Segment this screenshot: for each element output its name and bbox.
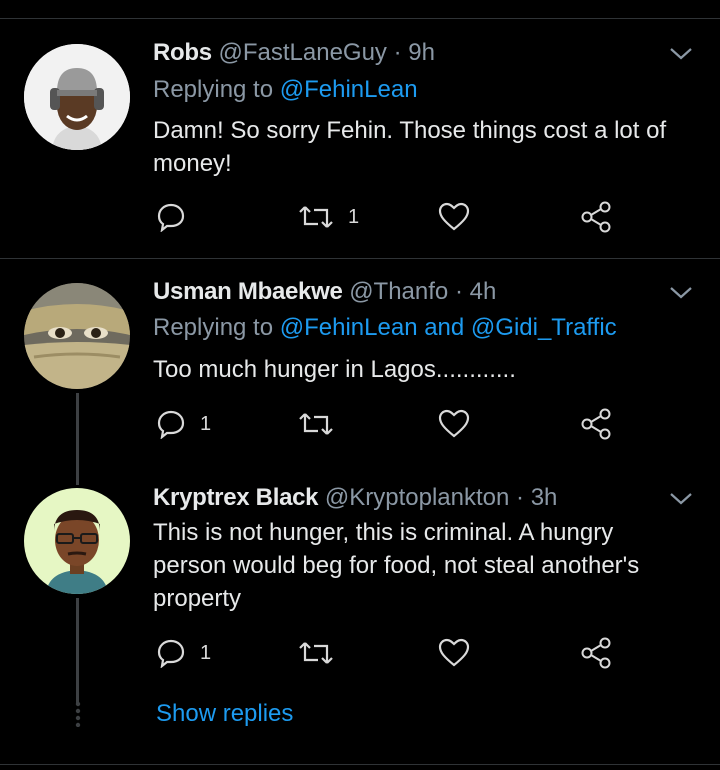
- avatar[interactable]: [24, 44, 130, 150]
- timestamp[interactable]: 4h: [470, 278, 497, 305]
- like-button[interactable]: [438, 633, 470, 673]
- like-button[interactable]: [438, 404, 470, 444]
- reply-tweet-usman[interactable]: Usman Mbaekwe @Thanfo · 4h Replying to @…: [0, 259, 720, 485]
- tweet-header: Kryptrex Black @Kryptoplankton · 3h: [153, 483, 557, 513]
- tweet-header: Robs @FastLaneGuy · 9h: [153, 38, 435, 68]
- action-bar: 1: [150, 197, 630, 237]
- reply-button[interactable]: [156, 197, 200, 237]
- thread-dots-icon: [75, 701, 81, 727]
- reply-icon: [157, 410, 185, 439]
- replying-to-mention[interactable]: @FehinLean and @Gidi_Traffic: [280, 314, 617, 341]
- share-icon: [581, 637, 611, 669]
- retweet-count: 1: [348, 205, 360, 228]
- tweet-text: This is not hunger, this is criminal. A …: [153, 519, 640, 612]
- reply-icon: [157, 203, 185, 232]
- reply-icon: [157, 639, 185, 668]
- avatar-headphones-man-icon: [24, 44, 130, 150]
- author-name[interactable]: Kryptrex Black: [153, 484, 319, 511]
- retweet-icon: [299, 413, 333, 435]
- replying-to-line: Replying to @FehinLean: [153, 75, 418, 105]
- thread-line: [76, 598, 79, 704]
- retweet-button[interactable]: 1: [298, 197, 359, 237]
- chevron-down-icon[interactable]: [668, 485, 694, 511]
- tweet-text: Damn! So sorry Fehin. Those things cost …: [153, 117, 667, 177]
- replying-prefix: Replying to: [153, 314, 280, 341]
- separator-dot: ·: [454, 278, 463, 305]
- reply-count: 1: [200, 641, 212, 664]
- thread-line: [76, 393, 79, 485]
- author-name[interactable]: Robs: [153, 39, 212, 66]
- author-handle[interactable]: @FastLaneGuy: [218, 39, 386, 66]
- heart-icon: [438, 202, 470, 231]
- reply-button[interactable]: 1: [156, 633, 211, 673]
- timestamp[interactable]: 3h: [531, 484, 558, 511]
- avatar-veiled-face-icon: [24, 283, 130, 389]
- avatar[interactable]: [24, 488, 130, 594]
- retweet-icon: [299, 206, 333, 228]
- retweet-button[interactable]: [298, 633, 348, 673]
- tweet-header: Usman Mbaekwe @Thanfo · 4h: [153, 277, 496, 307]
- heart-icon: [438, 638, 470, 667]
- timestamp[interactable]: 9h: [408, 39, 435, 66]
- author-handle[interactable]: @Kryptoplankton: [325, 484, 509, 511]
- share-icon: [581, 408, 611, 440]
- chevron-down-icon[interactable]: [668, 40, 694, 66]
- reply-tweet-kryptrex[interactable]: Kryptrex Black @Kryptoplankton · 3h This…: [0, 478, 720, 704]
- tweet-text: Too much hunger in Lagos............: [153, 356, 516, 383]
- like-button[interactable]: [438, 197, 470, 237]
- share-button[interactable]: [580, 633, 612, 673]
- author-handle[interactable]: @Thanfo: [349, 278, 448, 305]
- show-replies-link[interactable]: Show replies: [156, 700, 293, 728]
- separator-dot: ·: [516, 484, 525, 511]
- bottom-divider: [0, 764, 720, 765]
- share-icon: [581, 201, 611, 233]
- share-button[interactable]: [580, 404, 612, 444]
- author-name[interactable]: Usman Mbaekwe: [153, 278, 343, 305]
- replying-to-line: Replying to @FehinLean and @Gidi_Traffic: [153, 313, 617, 343]
- action-bar: 1: [150, 633, 630, 673]
- retweet-icon: [299, 642, 333, 664]
- reply-tweet-robs[interactable]: Robs @FastLaneGuy · 9h Replying to @Fehi…: [0, 0, 720, 258]
- reply-count: 1: [200, 412, 212, 435]
- replying-prefix: Replying to: [153, 76, 280, 103]
- chevron-down-icon[interactable]: [668, 279, 694, 305]
- heart-icon: [438, 409, 470, 438]
- separator-dot: ·: [393, 39, 402, 66]
- retweet-button[interactable]: [298, 404, 348, 444]
- avatar[interactable]: [24, 283, 130, 389]
- replying-to-mention[interactable]: @FehinLean: [280, 76, 418, 103]
- share-button[interactable]: [580, 197, 612, 237]
- action-bar: 1: [150, 404, 630, 444]
- reply-button[interactable]: 1: [156, 404, 211, 444]
- avatar-bitmoji-man-icon: [24, 488, 130, 594]
